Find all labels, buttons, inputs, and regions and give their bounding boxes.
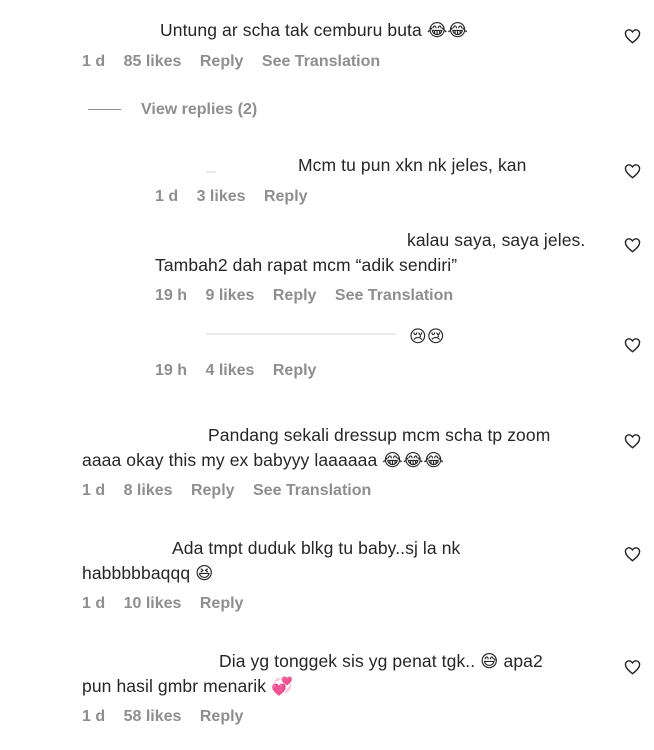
comment-meta: 19 h 4 likes Reply: [155, 362, 330, 380]
comment-time: 1 d: [82, 53, 106, 70]
reply-button[interactable]: Reply: [200, 53, 244, 70]
see-translation-link[interactable]: See Translation: [335, 287, 453, 304]
comment-meta: 1 d 85 likes Reply See Translation: [82, 53, 394, 71]
comment-text: Untung ar scha tak cemburu buta 😂😂: [160, 20, 468, 40]
see-translation-link[interactable]: See Translation: [262, 53, 380, 70]
reply-button[interactable]: Reply: [200, 708, 244, 725]
likes-count[interactable]: 58 likes: [124, 708, 182, 725]
heart-outline-icon[interactable]: [624, 659, 641, 675]
comment-meta: 19 h 9 likes Reply See Translation: [155, 287, 467, 305]
reply-button[interactable]: Reply: [264, 188, 308, 205]
comment-text: 😢😢: [409, 327, 445, 347]
see-translation-link[interactable]: See Translation: [253, 482, 371, 499]
reply-button[interactable]: Reply: [273, 287, 317, 304]
heart-outline-icon[interactable]: [624, 546, 641, 562]
comment-text: Mcm tu pun xkn nk jeles, kan: [298, 155, 527, 175]
reply-button[interactable]: Reply: [200, 595, 244, 612]
likes-count[interactable]: 85 likes: [124, 53, 182, 70]
comment-text-line2: habbbbbaqqq 😆: [82, 563, 214, 583]
comment-meta: 1 d 8 likes Reply See Translation: [82, 482, 385, 500]
comment-meta: 1 d 58 likes Reply: [82, 708, 257, 726]
comment-time: 1 d: [82, 482, 106, 499]
comment-time: 1 d: [82, 708, 106, 725]
likes-count[interactable]: 9 likes: [205, 287, 254, 304]
likes-count[interactable]: 3 likes: [197, 188, 246, 205]
comment-text-line2: aaaa okay this my ex babyyy laaaaaa 😂😂😂: [82, 450, 444, 470]
comment-text-line1: kalau saya, saya jeles.: [407, 230, 586, 250]
comment-meta: 1 d 10 likes Reply: [82, 595, 257, 613]
comment-text-line2: Tambah2 dah rapat mcm “adik sendiri”: [155, 255, 458, 275]
comment-text-line1: Dia yg tonggek sis yg penat tgk.. 😅 apa2: [219, 651, 543, 671]
comment-meta: 1 d 3 likes Reply: [155, 188, 322, 206]
comment-text-line1: Ada tmpt duduk blkg tu baby..sj la nk: [172, 538, 461, 558]
blurred-text: [206, 333, 396, 335]
comment-time: 19 h: [155, 362, 188, 379]
reply-button[interactable]: Reply: [191, 482, 235, 499]
heart-outline-icon[interactable]: [624, 337, 641, 353]
likes-count[interactable]: 4 likes: [205, 362, 254, 379]
comment-time: 1 d: [155, 188, 179, 205]
comment-text-line1: Pandang sekali dressup mcm scha tp zoom: [208, 425, 551, 445]
heart-outline-icon[interactable]: [624, 28, 641, 44]
heart-outline-icon[interactable]: [624, 237, 641, 253]
reply-button[interactable]: Reply: [273, 362, 317, 379]
likes-count[interactable]: 8 likes: [124, 482, 173, 499]
blurred-username: [206, 171, 216, 173]
comment-text-line2: pun hasil gmbr menarik 💞: [82, 676, 293, 696]
view-replies-divider: [88, 109, 121, 110]
heart-outline-icon[interactable]: [624, 433, 641, 449]
heart-outline-icon[interactable]: [624, 163, 641, 179]
comment-time: 19 h: [155, 287, 188, 304]
likes-count[interactable]: 10 likes: [124, 595, 182, 612]
view-replies-button[interactable]: View replies (2): [141, 101, 257, 119]
comment-time: 1 d: [82, 595, 106, 612]
